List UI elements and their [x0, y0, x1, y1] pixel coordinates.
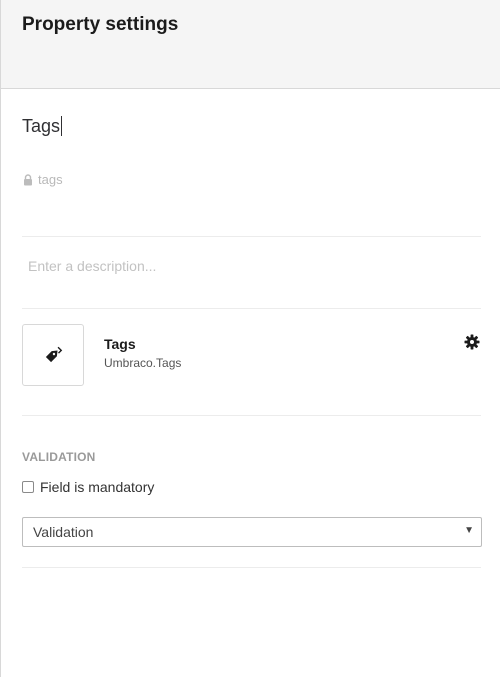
- property-name-input[interactable]: Tags: [22, 112, 422, 140]
- gear-icon[interactable]: [464, 334, 480, 350]
- validation-heading: VALIDATION: [22, 450, 96, 464]
- divider: [22, 236, 481, 237]
- mandatory-row[interactable]: Field is mandatory: [22, 479, 154, 495]
- tag-icon: [45, 346, 63, 363]
- lock-icon[interactable]: [23, 173, 33, 186]
- editor-name: Tags: [104, 336, 136, 352]
- description-input[interactable]: [22, 252, 481, 280]
- mandatory-label[interactable]: Field is mandatory: [40, 479, 154, 495]
- divider: [22, 567, 481, 568]
- property-settings-panel: Property settings Tags tags Tags Umbraco…: [0, 0, 500, 677]
- panel-title: Property settings: [22, 14, 179, 35]
- property-name-value: Tags: [22, 115, 61, 136]
- editor-icon-box[interactable]: [22, 324, 84, 386]
- validation-select[interactable]: Validation ▼: [22, 517, 482, 547]
- chevron-down-icon: ▼: [464, 525, 474, 536]
- text-caret: [61, 116, 63, 136]
- mandatory-checkbox[interactable]: [22, 481, 34, 493]
- divider: [22, 308, 481, 309]
- property-alias[interactable]: tags: [23, 172, 63, 187]
- divider: [22, 415, 481, 416]
- property-alias-value: tags: [38, 172, 63, 187]
- panel-header: Property settings: [1, 0, 500, 89]
- validation-select-value: Validation: [33, 524, 94, 540]
- editor-alias: Umbraco.Tags: [104, 356, 182, 370]
